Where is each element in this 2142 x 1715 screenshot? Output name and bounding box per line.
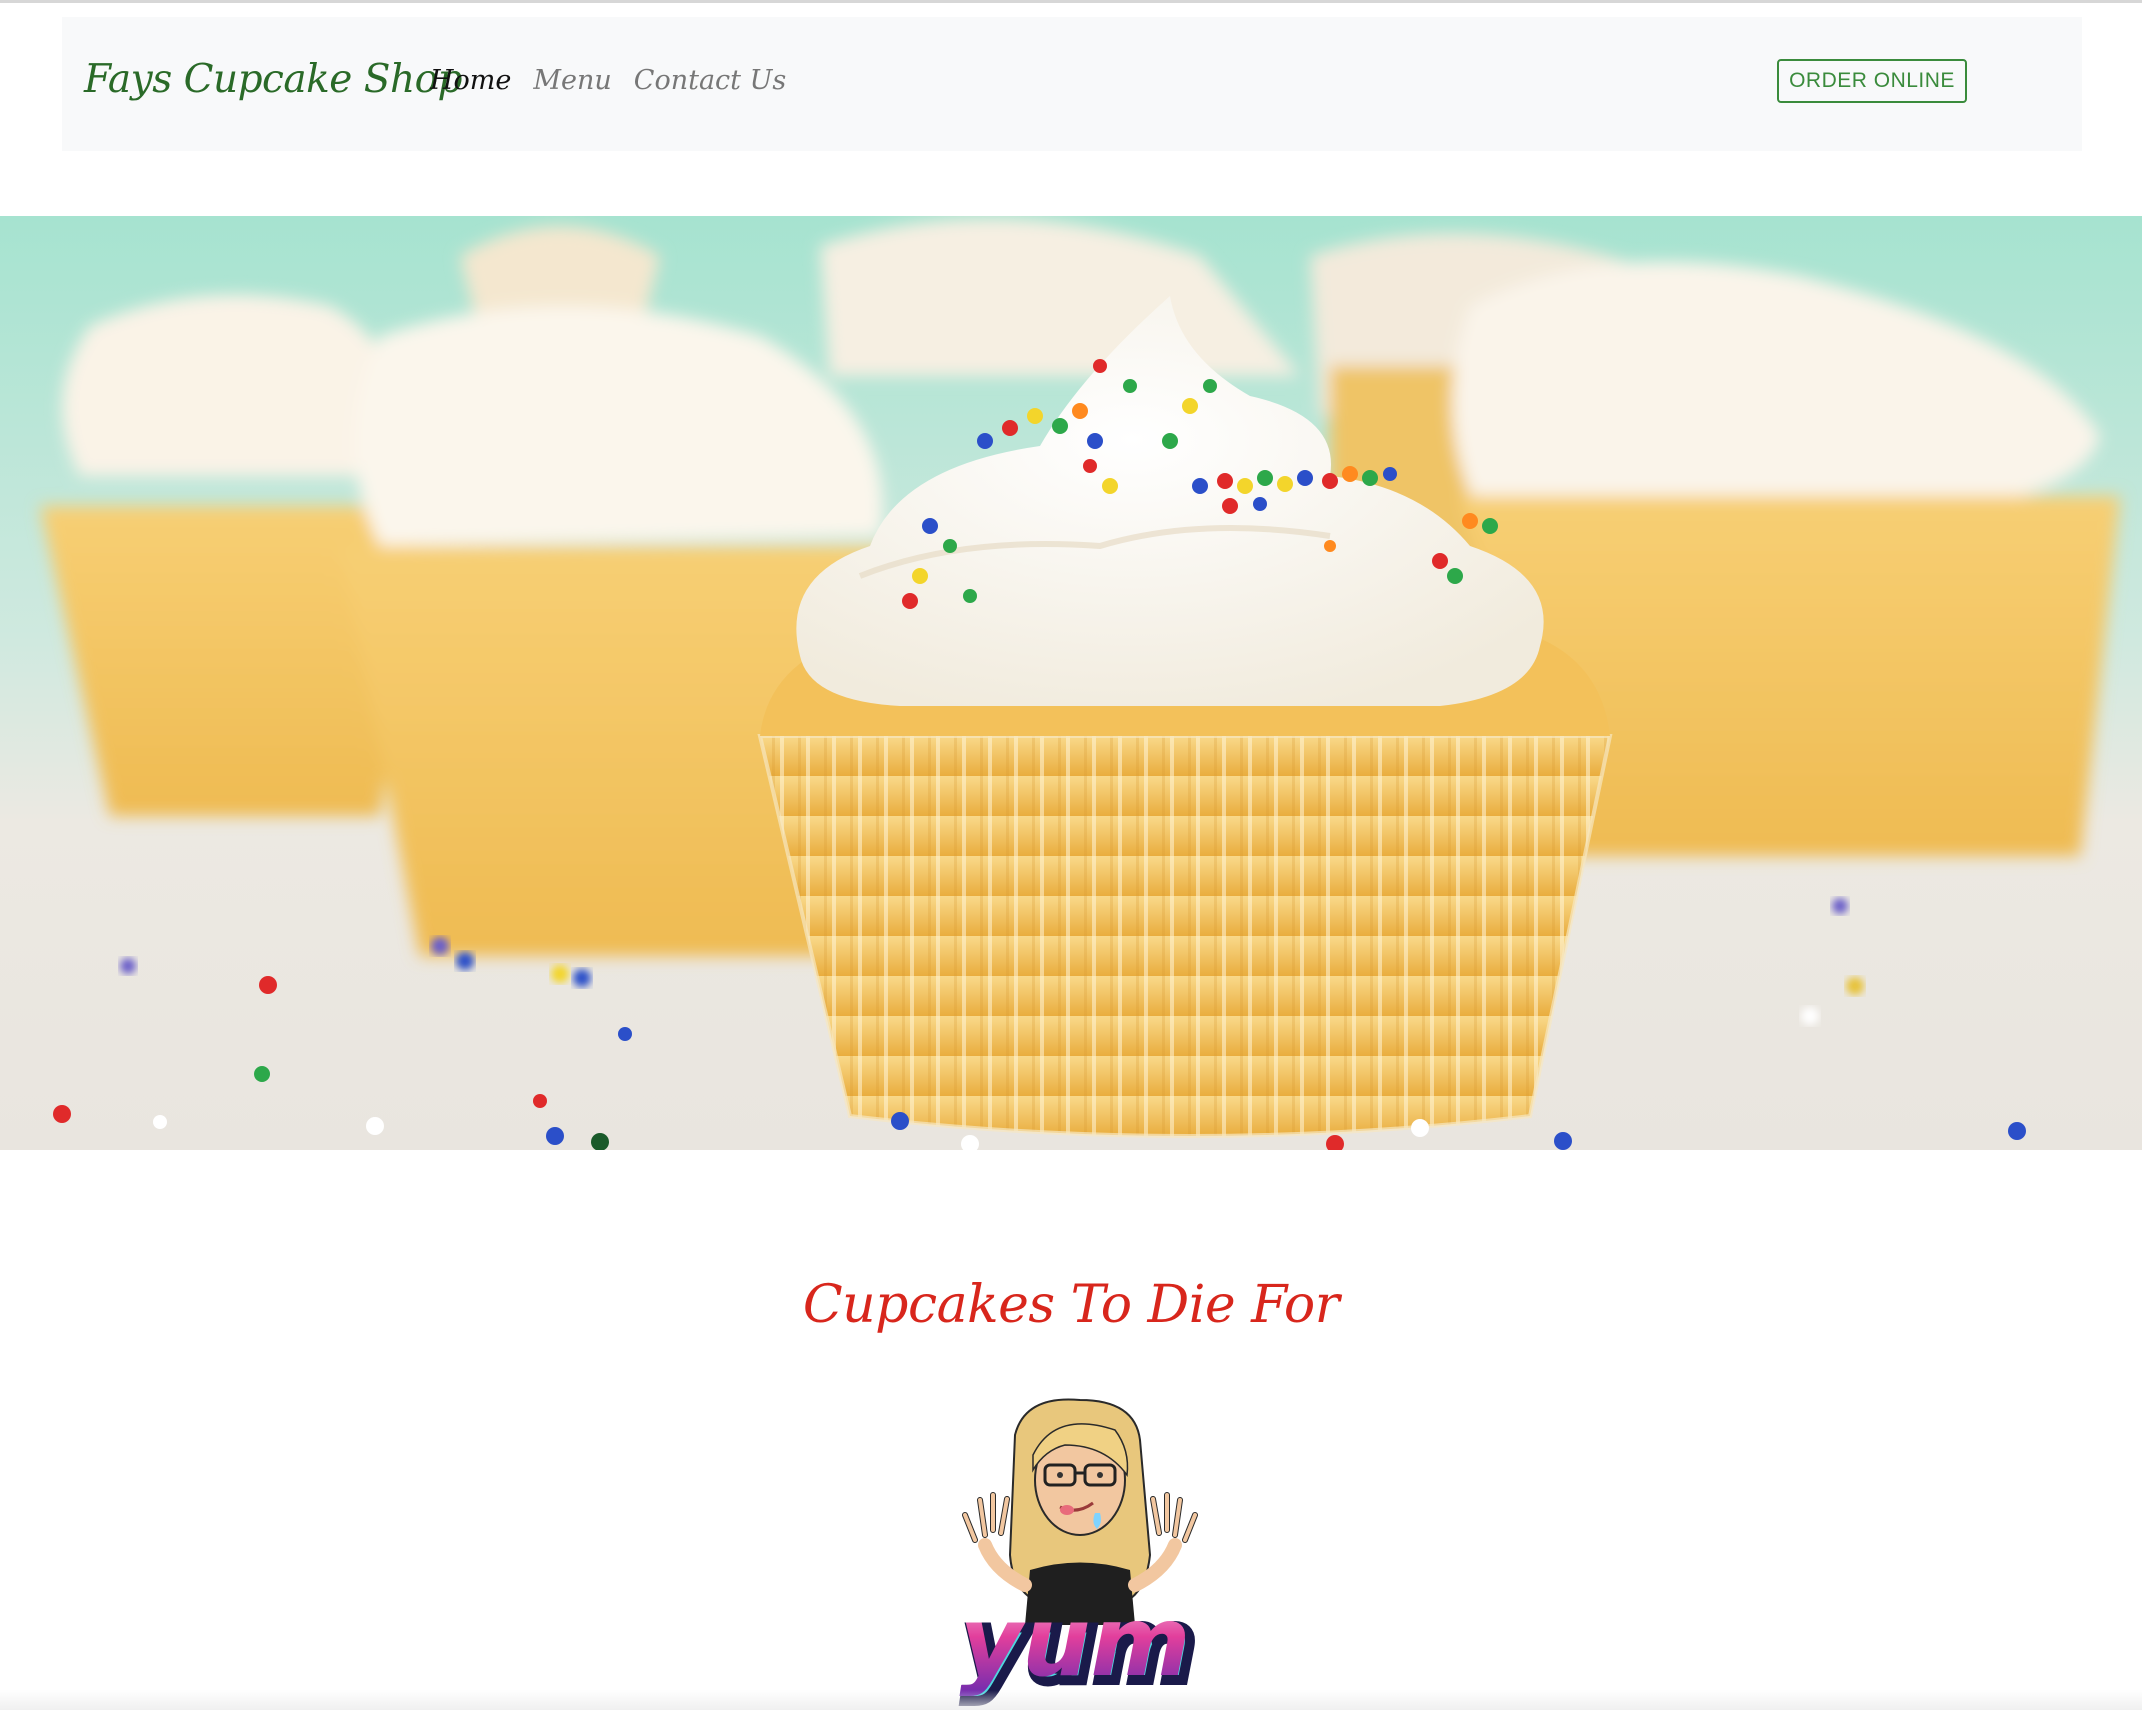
nav-link-contact-us[interactable]: Contact Us — [634, 65, 786, 96]
navbar: Fays Cupcake Shop Home Menu Contact Us O… — [62, 17, 2082, 151]
yum-sticker-text: yum — [960, 1586, 1191, 1698]
tagline-heading: Cupcakes To Die For — [802, 1275, 1340, 1335]
yum-bitmoji-sticker: yum yum — [945, 1395, 1215, 1710]
page-top-border — [0, 0, 2142, 3]
hero-cupcakes-image — [0, 216, 2142, 1150]
nav-links: Home Menu Contact Us — [430, 65, 786, 96]
nav-link-home[interactable]: Home — [430, 65, 511, 96]
nav-link-menu[interactable]: Menu — [533, 65, 611, 96]
bottom-fade — [0, 1690, 2142, 1710]
brand-logo-text[interactable]: Fays Cupcake Shop — [84, 57, 463, 102]
order-online-button[interactable]: ORDER ONLINE — [1777, 59, 1967, 103]
